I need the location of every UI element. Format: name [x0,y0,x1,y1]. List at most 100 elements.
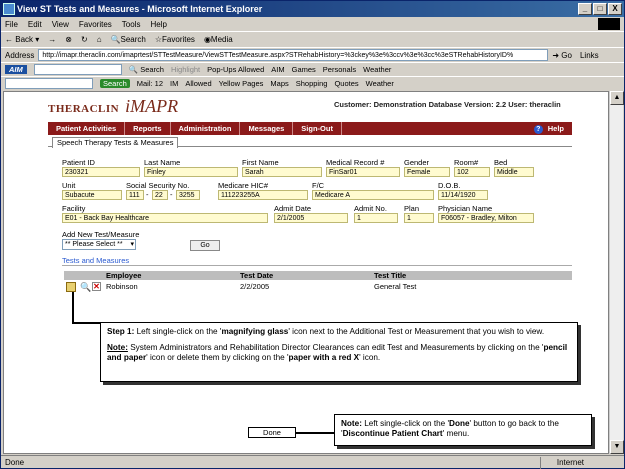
scroll-down-icon[interactable]: ▼ [610,440,624,454]
quotes-button[interactable]: Quotes [334,79,358,88]
windows-logo-icon [598,18,620,30]
home-button[interactable]: ⌂ [97,35,102,44]
physician-field: F06057 - Bradley, Milton [438,213,534,223]
label-bed: Bed [494,158,508,167]
back-button[interactable]: ← Back ▾ [5,35,39,44]
maximize-button[interactable]: □ [593,3,607,15]
weather-button[interactable]: Weather [363,65,391,74]
step1-text-a: Left single-click on the ' [134,327,222,336]
aim-button[interactable]: AIM [271,65,284,74]
magnifying-glass-icon[interactable]: 🔍 [80,282,91,292]
toolbar: ← Back ▾ → ⊗ ↻ ⌂ 🔍Search ☆Favorites ◉Med… [1,31,624,47]
title-bar: View ST Tests and Measures - Microsoft I… [1,1,624,17]
internet-zone: Internet [539,457,584,469]
links-button[interactable]: Links [580,51,599,60]
row-test-date: 2/2/2005 [240,282,270,291]
label-medical-record: Medical Record # [326,158,385,167]
menu-tools[interactable]: Tools [122,20,141,29]
note1-prefix: Note: [107,343,128,352]
pencil-paper-icon[interactable] [66,282,76,292]
im-button[interactable]: IM [170,79,178,88]
tab-speech-therapy[interactable]: Speech Therapy Tests & Measures [52,137,179,148]
browser-window: View ST Tests and Measures - Microsoft I… [0,0,625,469]
add-new-go-button[interactable]: Go [190,240,220,251]
room-field: 102 [454,167,490,177]
menu-view[interactable]: View [52,20,69,29]
step1-note: Note: System Administrators and Rehabili… [107,343,571,363]
search-button[interactable]: 🔍Search [111,35,146,44]
help-label: Help [547,124,564,133]
label-physician: Physician Name [438,204,493,213]
aim-search-label: Search [140,65,164,74]
help-button[interactable]: ? Help [533,122,564,135]
admit-no-field: 1 [354,213,398,223]
mail-button[interactable]: Mail: 12 [137,79,163,88]
yellow-pages-button[interactable]: Yellow Pages [219,79,264,88]
main-nav: Patient Activities Reports Administratio… [48,122,572,135]
yahoo-search-button[interactable]: Search [100,79,130,88]
unit-field: Subacute [62,190,122,200]
customer-info: Customer: Demonstration Database Version… [334,100,561,109]
note1-a: System Administrators and Rehabilitation… [127,343,544,352]
patient-id-field: 230321 [62,167,140,177]
favorites-button[interactable]: ☆Favorites [155,35,195,44]
brand-theraclin: THERACLIN [48,103,120,115]
menu-edit[interactable]: Edit [28,20,42,29]
stop-button[interactable]: ⊗ [65,35,72,44]
label-facility: Facility [62,204,86,213]
row-test-title: General Test [374,282,417,291]
highlight-button[interactable]: Highlight [171,65,200,74]
nav-patient-activities[interactable]: Patient Activities [48,122,126,135]
label-medicare: Medicare HIC# [218,181,269,190]
ssn-part1-field: 111 [126,190,144,200]
media-label: Media [210,35,233,44]
search-label: Search [120,35,146,44]
scroll-up-icon[interactable]: ▲ [610,91,624,105]
yahoo-toolbar: Search Mail: 12 IM Allowed Yellow Pages … [1,76,624,90]
shopping-button[interactable]: Shopping [296,79,328,88]
aim-logo[interactable]: AIM [5,65,27,74]
games-button[interactable]: Games [292,65,316,74]
address-input[interactable]: http://imapr.theraclin.com/imaprtest/STT… [38,49,549,61]
aim-search-button[interactable]: 🔍 Search [129,65,164,74]
label-ssn: Social Security No. [126,181,190,190]
menu-favorites[interactable]: Favorites [79,20,112,29]
go-button[interactable]: ➜ Go [552,51,572,60]
forward-button[interactable]: → [48,35,56,44]
refresh-button[interactable]: ↻ [81,35,88,44]
last-name-field: Finley [144,167,238,177]
label-fc: F/C [312,181,325,190]
nav-messages[interactable]: Messages [240,122,294,135]
close-button[interactable]: X [608,3,622,15]
nav-administration[interactable]: Administration [171,122,241,135]
vertical-scrollbar[interactable]: ▲ ▼ [609,91,624,454]
allowed-button[interactable]: Allowed [185,79,211,88]
step1-text-b: magnifying glass [221,327,289,336]
header-test-date: Test Date [240,271,274,280]
label-last-name: Last Name [144,158,181,167]
status-bar: Done Internet [1,455,624,469]
aim-search-input[interactable] [33,64,122,75]
nav-reports[interactable]: Reports [125,122,171,135]
dob-field: 11/14/1920 [438,190,488,200]
done-button[interactable]: Done [248,427,296,438]
delete-x-icon[interactable]: ✕ [92,282,101,291]
yahoo-weather-button[interactable]: Weather [366,79,394,88]
callout-pointer [72,292,74,322]
ie-icon [3,3,15,15]
popups-button[interactable]: Pop-Ups Allowed [207,65,264,74]
fc-field: Medicare A [312,190,434,200]
note2-b: Done [449,419,470,428]
go-label: Go [561,50,572,60]
theraclin-logo: THERACLIN iMAPR [48,96,178,117]
personals-button[interactable]: Personals [323,65,356,74]
add-new-select[interactable]: ** Please Select ** [62,239,136,250]
menu-help[interactable]: Help [150,20,166,29]
minimize-button[interactable]: _ [578,3,592,15]
nav-sign-out[interactable]: Sign-Out [293,122,342,135]
yahoo-search-input[interactable] [5,78,93,89]
media-button[interactable]: ◉Media [204,35,233,44]
tests-table-header: Employee Test Date Test Title [64,271,572,280]
menu-file[interactable]: File [5,20,18,29]
maps-button[interactable]: Maps [270,79,288,88]
